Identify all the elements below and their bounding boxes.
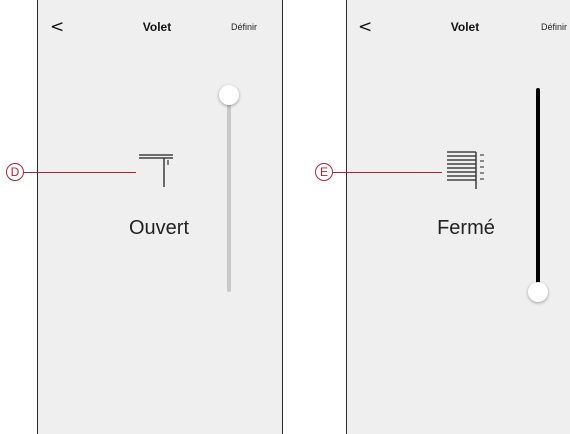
define-button[interactable]: Définir (541, 22, 567, 32)
shutter-closed-icon (447, 151, 484, 189)
status-label: Fermé (437, 217, 495, 239)
screen-open: < Volet Définir Ouvert (37, 0, 283, 434)
position-slider-knob[interactable] (219, 85, 239, 105)
position-slider-knob[interactable] (528, 282, 548, 302)
callout-e-circle: E (315, 163, 333, 181)
callout-d-circle: D (6, 163, 24, 181)
shutter-open-icon (139, 154, 173, 187)
back-button[interactable]: < (50, 17, 64, 37)
page-title: Volet (450, 20, 480, 34)
callout-d-line (24, 172, 136, 174)
back-button[interactable]: < (358, 17, 372, 37)
top-bar: < Volet Définir (347, 0, 570, 58)
callout-e-line (333, 172, 442, 174)
position-slider-track[interactable] (227, 97, 231, 292)
page-title: Volet (142, 20, 172, 34)
status-label: Ouvert (128, 217, 190, 239)
screen-closed: < Volet Définir Fermé (346, 0, 570, 434)
define-button[interactable]: Définir (231, 22, 257, 32)
top-bar: < Volet Définir (38, 0, 282, 58)
position-slider-track[interactable] (536, 88, 540, 292)
